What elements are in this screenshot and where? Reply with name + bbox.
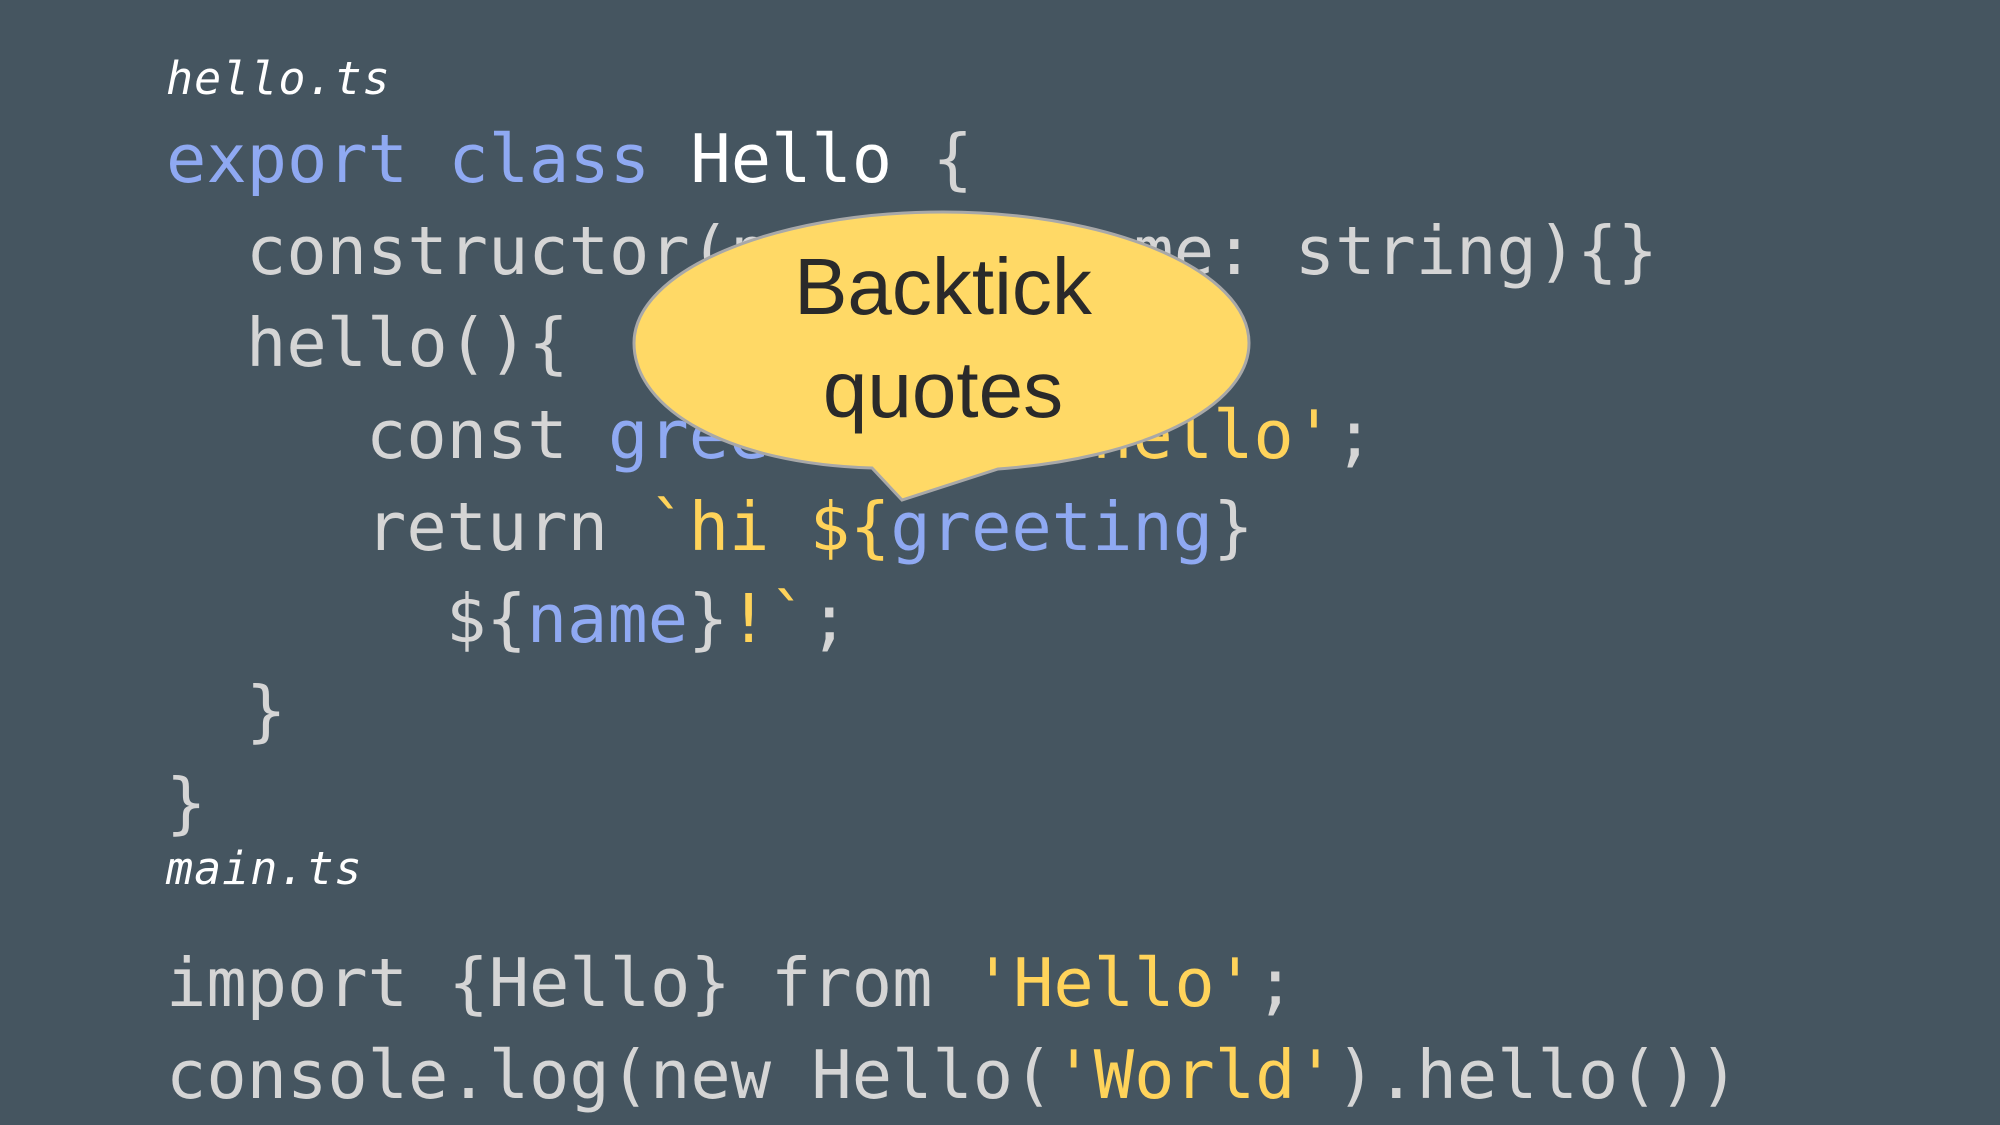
callout-line-2: quotes [822, 345, 1064, 434]
close-brace-method: } [246, 672, 287, 750]
interp-close: } [1213, 488, 1254, 566]
keyword-class: class [448, 120, 651, 198]
open-brace: { [932, 120, 973, 198]
string-world: 'World' [1053, 1036, 1336, 1114]
constructor-close: : string){} [1214, 212, 1658, 290]
console-log-call: console.log(new Hello( [166, 1036, 1054, 1114]
semicolon: ; [1334, 396, 1375, 474]
filename-hello-ts: hello.ts [166, 52, 391, 105]
code-line-9: import {Hello} from 'Hello'; [166, 950, 1295, 1017]
interp-open: ${ [446, 580, 527, 658]
keyword-export: export [166, 120, 409, 198]
close-brace-class: } [166, 764, 207, 842]
var-greeting-ref: greeting [890, 488, 1214, 566]
code-line-7: } [246, 678, 286, 745]
code-line-10: console.log(new Hello('World').hello()) [166, 1042, 1739, 1109]
filename-main-ts: main.ts [166, 842, 363, 895]
semicolon: ; [1255, 944, 1296, 1022]
method-hello: hello(){ [246, 304, 569, 382]
semicolon: ; [809, 580, 850, 658]
keyword-const: const [366, 396, 609, 474]
code-line-8: } [166, 770, 206, 837]
string-module-hello: 'Hello' [972, 944, 1256, 1022]
var-name-ref: name [526, 580, 689, 658]
keyword-return: return [366, 488, 649, 566]
hello-call: ).hello()) [1335, 1036, 1740, 1114]
code-line-3: hello(){ [246, 310, 569, 377]
slide: hello.ts export class Hello { constructo… [0, 0, 2000, 1125]
callout-text: Backtick quotes [636, 235, 1250, 441]
code-line-5: return `hi ${greeting} [366, 494, 1253, 561]
interp-close-2: } [688, 580, 729, 658]
code-line-6: ${name}!`; [446, 586, 849, 653]
import-statement: import {Hello} from [166, 944, 973, 1022]
callout-line-1: Backtick [794, 242, 1092, 331]
class-name: Hello [690, 120, 893, 198]
template-end: !` [728, 580, 810, 658]
code-line-1: export class Hello { [166, 126, 973, 193]
template-start: `hi ${ [648, 488, 891, 566]
